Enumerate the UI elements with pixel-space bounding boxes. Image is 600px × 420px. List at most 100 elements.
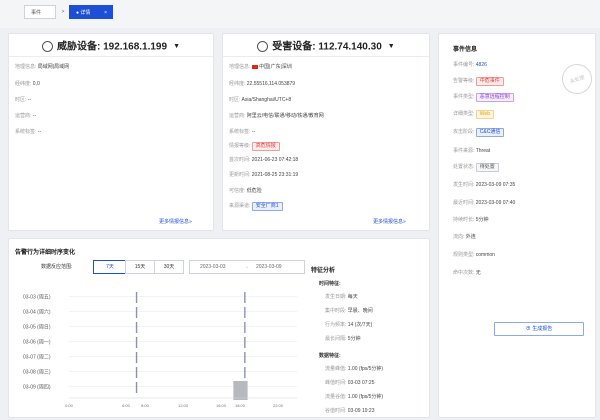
event-info-label: 最近时间: xyxy=(453,200,475,206)
feature-title: 特征分析 xyxy=(311,268,336,274)
event-mark xyxy=(135,337,138,348)
threat-timezone-row: 时区: -- xyxy=(15,97,32,103)
event-mark xyxy=(244,337,246,348)
event-info-label: 持续时长: xyxy=(453,217,475,223)
feature-row: 流量峰值: 1.00 (fps/5分钟) xyxy=(325,366,384,372)
feature-row: 谷值时间: 03-09 19:23 xyxy=(325,408,375,414)
event-info-value: 外连 xyxy=(465,234,476,240)
event-info-label: 事件来源: xyxy=(453,148,475,154)
event-info-label: 事件类型: xyxy=(453,94,475,100)
threat-geo-row: 地理信息: 局域网|局域网 xyxy=(15,64,70,70)
event-mark xyxy=(135,352,138,363)
event-info-row: 规则类型: common xyxy=(453,251,495,259)
feature-row: 行为频率: 14 (次/7天) xyxy=(325,322,373,328)
x-tick-label: 8:00 xyxy=(141,403,150,408)
event-info-label: 规则类型: xyxy=(453,252,475,258)
threat-latlng-row: 经纬度: 0,0 xyxy=(15,81,40,87)
victim-timezone-row: 时区: Asia/Shanghai/UTC+8 xyxy=(229,97,292,103)
china-flag-icon xyxy=(251,64,258,69)
event-info-label: 发生时间: xyxy=(453,182,475,188)
threat-level-badge: 高危情报 xyxy=(251,142,280,151)
event-info-badge: 待处置 xyxy=(475,163,499,172)
victim-tags-row: 系统标签: -- xyxy=(229,129,256,135)
x-tick-label: 16:00 xyxy=(216,403,227,408)
victim-isp-row: 运营商: 阿里云/电信/联通/移动/铁通/教育网 xyxy=(229,113,324,119)
source-badge: 安全厂商1 xyxy=(251,202,283,211)
threat-more-link[interactable]: 更多情报信息» xyxy=(159,218,192,225)
threat-isp-row: 运营商: -- xyxy=(15,113,37,119)
feature-row: 最长间隔: 5分钟 xyxy=(325,336,361,342)
y-tick-label: 03-03 (周五) xyxy=(23,295,51,301)
threat-device-panel: 威胁设备: 192.168.1.199 ▼ 地理信息: 局域网|局域网 经纬度: … xyxy=(8,33,214,231)
tab-detail[interactable]: ● 详情 × xyxy=(69,5,113,19)
date-range-picker[interactable]: 2023-03-03 → 2023-03-09 xyxy=(189,260,305,274)
victim-threat-level-row: 情报等级: 高危情报 xyxy=(229,142,280,151)
victim-device-header[interactable]: 受害设备: 112.74.140.30 ▼ xyxy=(223,37,429,57)
victim-latlng-row: 经纬度: 22.55516,114.053879 xyxy=(229,81,296,87)
y-tick-label: 03-05 (周日) xyxy=(23,325,51,331)
close-icon[interactable]: × xyxy=(104,6,107,20)
event-mark xyxy=(244,307,246,318)
timeline-panel: 告警行为详细时序变化 数据反应范围: 7天 15天 30天 2023-03-03… xyxy=(8,238,430,418)
range-15d-button[interactable]: 15天 xyxy=(125,260,155,274)
victim-first-seen-row: 首次时间: 2021-06-23 07:42:18 xyxy=(229,157,299,163)
target-icon xyxy=(42,40,53,52)
event-info-value: 无 xyxy=(475,270,481,276)
event-info-row: 事件来源: Threat xyxy=(453,147,490,155)
chevron-down-icon[interactable]: ▼ xyxy=(388,37,395,57)
event-info-row: 详细类型: Web xyxy=(453,110,494,119)
range-30d-button[interactable]: 30天 xyxy=(154,260,184,274)
tab-bar: 事件 > ● 详情 × xyxy=(0,0,600,28)
y-tick-label: 03-08 (周三) xyxy=(23,370,51,376)
event-info-label: 处置状态: xyxy=(453,164,475,170)
event-info-value: 2023-03-09 07:35 xyxy=(475,182,516,188)
event-info-title: 事件信息 xyxy=(453,47,478,53)
event-info-row: 命中次数: 无 xyxy=(453,269,481,277)
event-info-label: 攻击阶段: xyxy=(453,129,475,135)
event-info-badge: Web xyxy=(475,110,494,119)
event-info-row: 持续时长: 5分钟 xyxy=(453,216,489,224)
y-tick-label: 03-07 (周二) xyxy=(23,355,51,361)
victim-updated-row: 更新时间: 2021-08-25 23:31:19 xyxy=(229,172,299,178)
time-features-title: 时间特征: xyxy=(319,281,341,287)
event-info-value: common xyxy=(475,252,495,258)
feature-row: 峰值时间: 03-03 07:25 xyxy=(325,380,375,386)
victim-more-link[interactable]: 更多情报信息» xyxy=(373,218,406,225)
event-mark xyxy=(244,322,246,333)
range-7d-button[interactable]: 7天 xyxy=(93,260,127,274)
event-mark xyxy=(244,292,246,303)
event-info-row: 发生时间: 2023-03-09 07:35 xyxy=(453,181,515,189)
event-info-badge: C&C通信 xyxy=(475,128,505,137)
event-info-row: 事件类型: 恶意远程控制 xyxy=(453,93,514,102)
y-tick-label: 03-09 (周四) xyxy=(23,385,51,391)
event-info-label: 详细类型: xyxy=(453,111,475,117)
x-tick-label: 22:00 xyxy=(273,403,284,408)
generate-report-label: 生成报告 xyxy=(532,326,553,332)
event-info-row: 攻击阶段: C&C通信 xyxy=(453,128,505,137)
event-info-label: 命中次数: xyxy=(453,270,475,276)
threat-tags-row: 系统标签: -- xyxy=(15,129,42,135)
event-id-link[interactable]: 4826 xyxy=(476,62,487,68)
event-info-row: 事件编号: 4826 xyxy=(453,61,487,69)
event-info-badge: 中危事件 xyxy=(475,77,504,86)
feature-row: 流量谷值: 1.00 (fps/5分钟) xyxy=(325,394,384,400)
data-features-title: 数据特征: xyxy=(319,353,341,359)
x-tick-label: 6:00 xyxy=(122,403,131,408)
event-info-value: 2023-03-09 07:40 xyxy=(475,200,516,206)
threat-device-header[interactable]: 威胁设备: 192.168.1.199 ▼ xyxy=(9,37,213,57)
victim-geo-row: 地理信息: 中国|广东|深圳 xyxy=(229,64,292,70)
chevron-down-icon[interactable]: ▼ xyxy=(173,37,180,57)
event-info-row: 最近时间: 2023-03-09 07:40 xyxy=(453,199,515,207)
generate-report-button[interactable]: ⊕ 生成报告 xyxy=(494,322,584,336)
breadcrumb-separator: > xyxy=(61,9,65,15)
feature-row: 集中时段: 早晨、晚间 xyxy=(325,308,373,314)
event-info-badge: 恶意远程控制 xyxy=(475,93,514,102)
event-info-value: 5分钟 xyxy=(475,217,489,223)
event-mark xyxy=(135,382,138,393)
event-info-row: 流向: 外连 xyxy=(453,233,476,241)
event-mark xyxy=(135,322,138,333)
tab-event[interactable]: 事件 xyxy=(24,5,56,19)
event-mark xyxy=(135,367,138,378)
event-info-label: 事件编号: xyxy=(453,62,475,68)
event-info-label: 告警等级: xyxy=(453,78,475,84)
